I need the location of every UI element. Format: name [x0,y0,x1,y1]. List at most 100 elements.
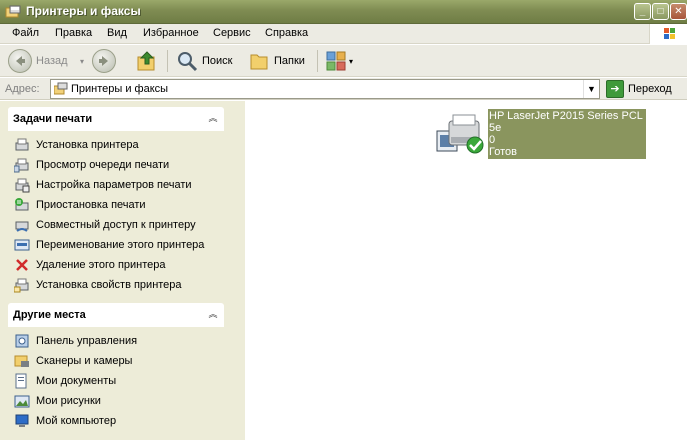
collapse-icon[interactable]: ︽ [206,112,220,126]
folders-button[interactable]: Папки [248,48,305,74]
add-printer-icon [15,138,29,151]
task-link[interactable]: Переименование этого принтера [8,235,224,255]
search-button[interactable]: Поиск [176,48,232,74]
scanners-cameras-icon [14,355,29,367]
task-link-label: Мои рисунки [36,395,101,407]
views-button[interactable]: ▾ [325,48,353,74]
printer-name-line1: HP LaserJet P2015 Series PCL 5e [489,110,643,134]
print-queue-icon [14,158,29,173]
other-places-panel: Другие места ︽ Панель управления Сканеры … [8,303,224,435]
folders-label: Папки [274,55,305,67]
address-value: Принтеры и факсы [71,83,169,95]
task-link[interactable]: Удаление этого принтера [8,255,224,275]
task-link-label: Установка принтера [36,139,139,151]
task-link-label: Панель управления [36,335,138,347]
task-link[interactable]: Просмотр очереди печати [8,155,224,175]
toolbar-separator [317,50,318,72]
other-places-header[interactable]: Другие места ︽ [8,303,224,327]
minimize-button[interactable]: _ [634,3,651,20]
pause-printing-icon [15,198,29,211]
chevron-down-icon: ▾ [80,56,85,66]
rename-printer-icon [14,239,30,251]
address-input[interactable]: Принтеры и факсы ▼ [50,79,600,99]
task-link-label: Совместный доступ к принтеру [36,219,196,231]
address-bar: Адрес: Принтеры и факсы ▼ ➔ Переход [0,78,687,100]
printer-tasks-list: Установка принтера Просмотр очереди печат… [8,131,224,299]
collapse-icon[interactable]: ︽ [206,308,220,322]
task-link[interactable]: Настройка параметров печати [8,175,224,195]
task-link-label: Установка свойств принтера [36,279,182,291]
chevron-down-icon: ▼ [587,84,596,94]
control-panel-icon [15,334,29,348]
task-link-label: Просмотр очереди печати [36,159,170,171]
task-link-label: Мой компьютер [36,415,117,427]
task-link[interactable]: Установка принтера [8,135,224,155]
task-pane: Задачи печати ︽ Установка принтера Просмо… [0,101,245,440]
search-icon [178,52,198,72]
menu-file[interactable]: Файл [12,27,39,39]
back-label: Назад [36,55,68,67]
printers-folder-icon [54,82,68,95]
menu-favorites[interactable]: Избранное [143,27,199,39]
task-link[interactable]: Панель управления [8,331,224,351]
task-link[interactable]: Совместный доступ к принтеру [8,215,224,235]
other-places-list: Панель управления Сканеры и камеры Мои док… [8,327,224,435]
title-bar[interactable]: Принтеры и факсы _ □ ✕ [0,0,687,24]
forward-arrow-icon [92,49,116,73]
menu-edit[interactable]: Правка [55,27,92,39]
content-area: HP LaserJet P2015 Series PCL 5e 0 Готов [245,101,687,440]
go-arrow-icon: ➔ [606,80,624,98]
address-dropdown-button[interactable]: ▼ [583,80,599,98]
task-link[interactable]: Мои документы [8,371,224,391]
task-link[interactable]: Мой компьютер [8,411,224,431]
task-link[interactable]: Сканеры и камеры [8,351,224,371]
printer-tasks-header[interactable]: Задачи печати ︽ [8,107,224,131]
toolbar-separator [167,50,168,72]
delete-icon [16,259,28,271]
printer-icon [436,114,484,154]
task-link[interactable]: Установка свойств принтера [8,275,224,295]
task-link[interactable]: Мои рисунки [8,391,224,411]
chevron-down-icon: ▾ [349,56,354,66]
standard-toolbar: Назад ▾ Поиск Папки ▾ [0,45,687,77]
up-folder-button[interactable] [135,48,159,74]
close-button[interactable]: ✕ [670,3,687,20]
other-places-title: Другие места [13,309,86,321]
printers-folder-icon [5,5,21,18]
go-label: Переход [628,83,672,95]
my-pictures-icon [14,395,30,408]
printer-tasks-title: Задачи печати [13,113,93,125]
window-title: Принтеры и факсы [26,4,141,18]
folders-icon [250,54,268,70]
windows-logo-icon [649,24,687,44]
up-folder-icon [137,51,155,71]
forward-button[interactable] [92,48,116,74]
printer-properties-icon [14,278,29,293]
search-label: Поиск [202,55,233,67]
my-documents-icon [15,373,27,389]
share-printer-icon [15,221,29,232]
back-dropdown-button[interactable]: ▾ [80,48,84,74]
task-link-label: Удаление этого принтера [36,259,166,271]
printer-status: Готов [489,146,517,158]
go-button[interactable]: ➔ Переход [606,79,686,99]
task-link-label: Приостановка печати [36,199,146,211]
menu-tools[interactable]: Сервис [213,27,251,39]
printer-item[interactable]: HP LaserJet P2015 Series PCL 5e 0 Готов [435,109,655,159]
menu-help[interactable]: Справка [265,27,308,39]
printing-preferences-icon [15,178,30,193]
my-computer-icon [15,414,29,427]
printer-name-line2: 0 [489,134,496,146]
task-link-label: Настройка параметров печати [36,179,192,191]
task-link-label: Сканеры и камеры [36,355,133,367]
back-button[interactable]: Назад [8,48,68,74]
maximize-button[interactable]: □ [652,3,669,20]
printer-tasks-panel: Задачи печати ︽ Установка принтера Просмо… [8,107,224,299]
address-label: Адрес: [5,83,40,95]
task-link-label: Мои документы [36,375,117,387]
back-arrow-icon [8,49,32,73]
task-link[interactable]: Приостановка печати [8,195,224,215]
task-link-label: Переименование этого принтера [36,239,205,251]
views-icon [326,51,346,71]
menu-view[interactable]: Вид [107,27,127,39]
